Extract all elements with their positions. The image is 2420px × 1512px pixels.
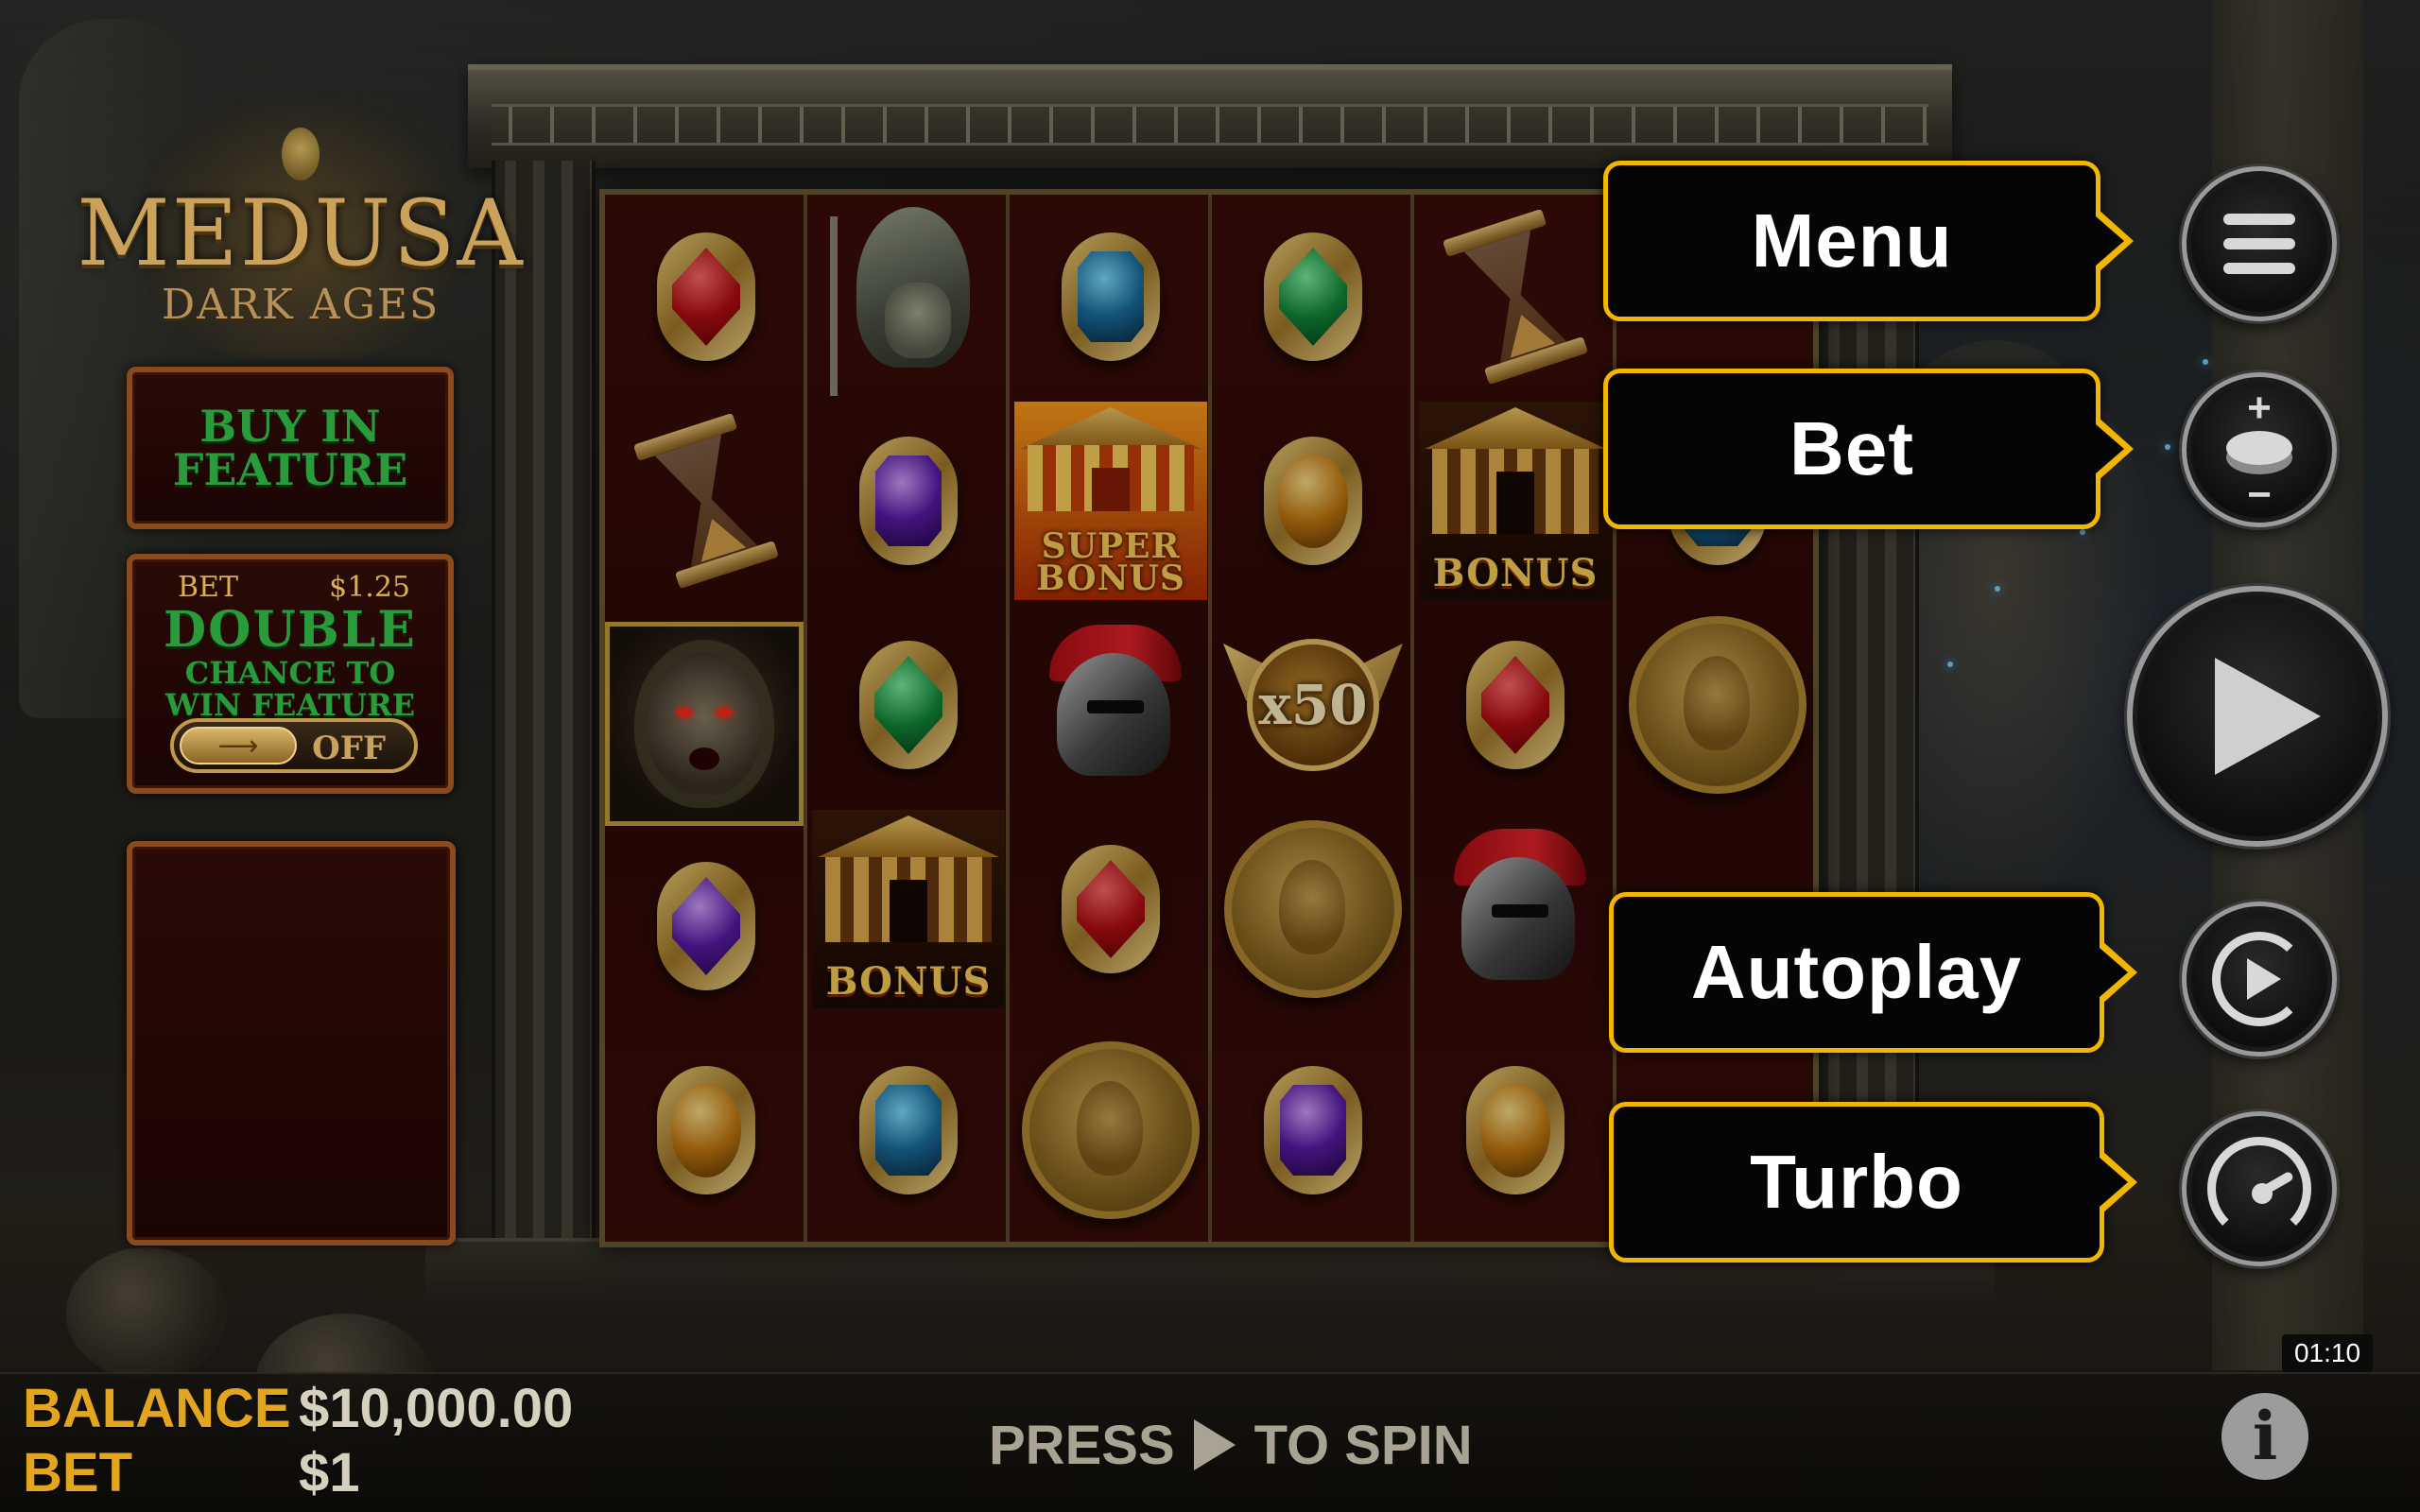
symbol-blue-gem xyxy=(1010,195,1212,399)
logo-subtitle: DARK AGES xyxy=(161,281,441,329)
hamburger-icon xyxy=(2223,214,2295,274)
press-label: PRESS xyxy=(989,1414,1175,1476)
snake-icon xyxy=(282,128,320,180)
info-icon: i xyxy=(2252,1397,2278,1475)
sparkle xyxy=(2203,359,2208,365)
symbol-purple-gem xyxy=(807,399,1010,603)
menu-button[interactable] xyxy=(2182,166,2337,321)
spin-button[interactable] xyxy=(2127,586,2388,847)
bonus-label: BONUS xyxy=(1432,551,1599,595)
symbol-green-gem xyxy=(807,603,1010,807)
reel-3: SUPER BONUS xyxy=(1010,195,1212,1242)
autoplay-icon xyxy=(2212,932,2307,1026)
symbol-amber-gem xyxy=(1212,399,1414,603)
menu-tooltip-label: Menu xyxy=(1751,198,1953,283)
reel-2: BONUS xyxy=(807,195,1010,1242)
press-to-spin-hint: PRESS TO SPIN xyxy=(989,1412,1473,1478)
right-column xyxy=(1815,161,1919,1257)
symbol-medusa-wild xyxy=(605,622,804,826)
symbol-green-gem xyxy=(1212,195,1414,399)
sparkle xyxy=(1995,586,2000,592)
symbol-medusa-coin xyxy=(1212,807,1414,1011)
symbol-bonus-temple: BONUS xyxy=(807,807,1010,1011)
sparkle xyxy=(2165,444,2170,450)
symbol-medusa-coin xyxy=(1010,1028,1212,1232)
feature-info-panel xyxy=(127,841,456,1246)
super-bonus-label: SUPER BONUS xyxy=(1036,525,1185,598)
skull-decor xyxy=(66,1247,227,1380)
reel-5: BONUS xyxy=(1414,195,1616,1242)
symbol-bonus-temple: BONUS xyxy=(1414,399,1616,603)
minus-icon: − xyxy=(2247,472,2272,518)
toggle-state-label: OFF xyxy=(312,730,386,767)
double-chance-headline: DOUBLE xyxy=(164,601,417,659)
symbol-red-gem xyxy=(605,195,807,399)
reel-grid: BONUS SUPER BONUS x50 BONUS xyxy=(599,189,1819,1247)
buy-feature-button[interactable]: BUY IN FEATURE xyxy=(127,367,454,529)
play-icon xyxy=(2215,658,2321,775)
bet-button[interactable]: + − xyxy=(2182,372,2337,527)
reel-6 xyxy=(1616,195,1813,1242)
double-chance-toggle[interactable]: ⟶ OFF xyxy=(170,718,418,773)
symbol-red-gem xyxy=(1414,603,1616,807)
left-column xyxy=(492,161,596,1257)
double-chance-bet-label: BET xyxy=(178,571,238,604)
symbol-red-gem xyxy=(1010,807,1212,1011)
symbol-amber-gem xyxy=(605,1028,807,1232)
symbol-hourglass xyxy=(1414,195,1616,399)
symbol-spartan-helmet xyxy=(1414,807,1616,1011)
turbo-button[interactable] xyxy=(2182,1111,2337,1266)
speedometer-icon xyxy=(2207,1137,2311,1241)
symbol-blue-gem xyxy=(807,1028,1010,1232)
to-spin-label: TO SPIN xyxy=(1253,1414,1473,1476)
reel-4: x50 xyxy=(1212,195,1414,1242)
game-logo: MEDUSA DARK AGES xyxy=(77,94,523,359)
symbol-multiplier: x50 xyxy=(1212,603,1414,807)
bet-tooltip: Bet xyxy=(1603,369,2134,529)
info-button[interactable]: i xyxy=(2221,1393,2308,1480)
turbo-tooltip-label: Turbo xyxy=(1750,1140,1963,1224)
sparkle xyxy=(2080,529,2085,535)
bet-label: BET xyxy=(23,1442,132,1503)
symbol-purple-gem xyxy=(1212,1028,1414,1232)
double-chance-panel: BET $1.25 DOUBLE CHANCE TO WIN FEATURE ⟶… xyxy=(127,554,454,794)
double-chance-bet-amount: $1.25 xyxy=(329,571,410,604)
bet-tooltip-label: Bet xyxy=(1789,406,1914,490)
autoplay-button[interactable] xyxy=(2182,902,2337,1057)
bonus-label: BONUS xyxy=(825,959,992,1004)
symbol-medusa-coin xyxy=(1616,603,1819,807)
turbo-tooltip: Turbo xyxy=(1609,1102,2137,1263)
multiplier-value: x50 xyxy=(1258,673,1368,737)
symbol-purple-gem xyxy=(605,824,807,1028)
bet-value: $1 xyxy=(299,1442,360,1503)
logo-title: MEDUSA xyxy=(77,180,525,286)
double-chance-bet-row: BET $1.25 xyxy=(178,571,410,604)
coin-stack-icon: + − xyxy=(2217,387,2302,516)
clock: 01:10 xyxy=(2282,1334,2373,1372)
plus-icon: + xyxy=(2247,385,2272,431)
arrow-right-icon: ⟶ xyxy=(180,727,297,765)
autoplay-tooltip: Autoplay xyxy=(1609,892,2137,1053)
balance-value: $10,000.00 xyxy=(299,1378,574,1439)
greek-key-frieze xyxy=(492,104,1928,146)
sparkle xyxy=(1947,662,1953,667)
symbol-spartan-helmet xyxy=(1010,603,1212,807)
symbol-amber-gem xyxy=(1414,1028,1616,1232)
autoplay-tooltip-label: Autoplay xyxy=(1690,930,2023,1014)
play-icon xyxy=(1193,1419,1236,1470)
menu-tooltip: Menu xyxy=(1603,161,2134,321)
symbol-hourglass xyxy=(605,399,807,603)
symbol-spartan-warrior xyxy=(807,195,1010,399)
balance-label: BALANCE xyxy=(23,1378,291,1439)
symbol-super-bonus-temple: SUPER BONUS xyxy=(1010,399,1212,603)
double-chance-text: CHANCE TO WIN FEATURE xyxy=(164,655,416,723)
reel-1 xyxy=(605,195,807,1242)
buy-feature-label: BUY IN FEATURE xyxy=(172,401,408,495)
